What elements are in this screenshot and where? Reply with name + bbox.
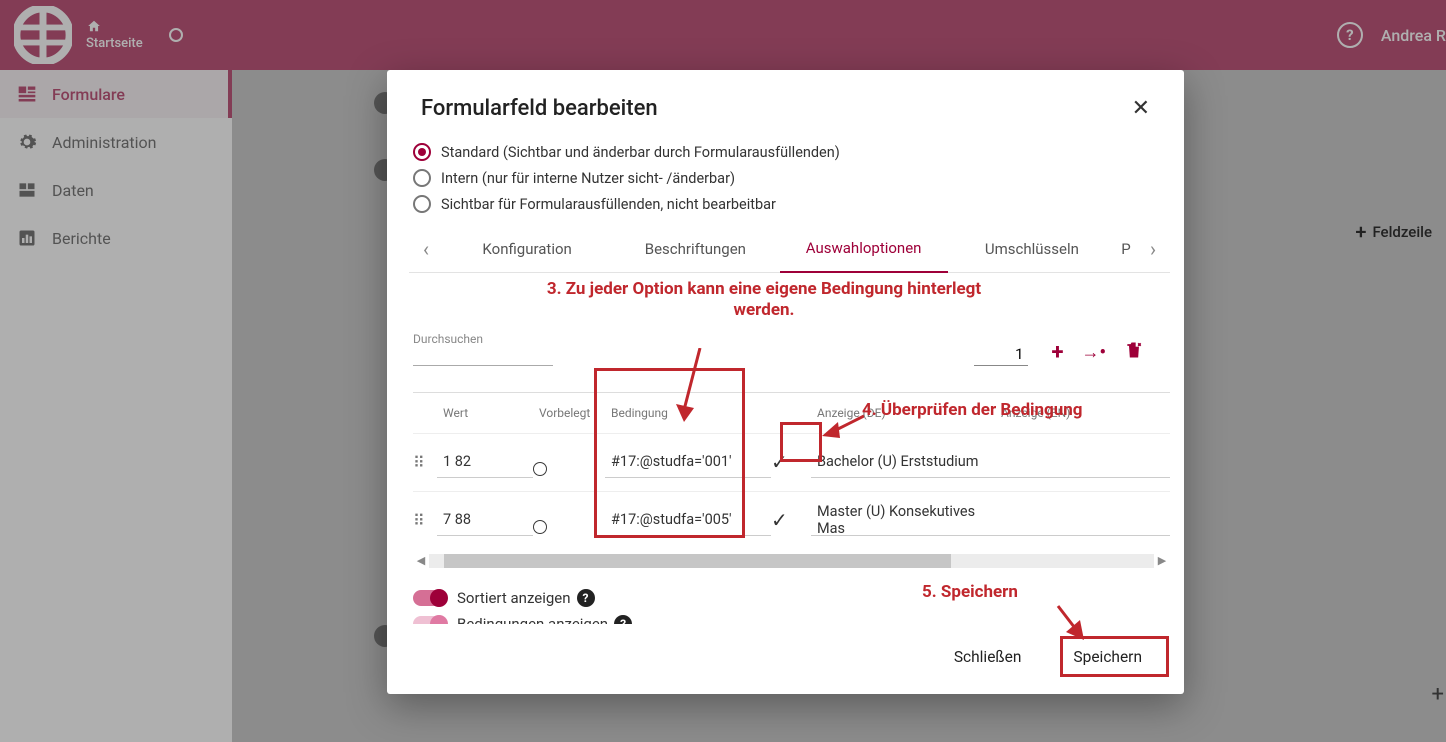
cell-anzeige-en[interactable] [995, 504, 1170, 536]
radio-label: Standard (Sichtbar und änderbar durch Fo… [441, 144, 840, 161]
toggle-label: Bedingungen anzeigen [457, 615, 608, 625]
cell-anzeige-de[interactable]: Bachelor (U) Erststudium [811, 446, 995, 478]
switch-icon [413, 616, 447, 625]
drag-handle-icon[interactable]: ⠿ [413, 453, 437, 472]
radio-icon [413, 195, 431, 213]
import-icon[interactable]: →• [1082, 342, 1106, 363]
close-button[interactable]: Schließen [942, 640, 1034, 674]
table-row: ⠿ 1 82 #17:@studfa='001' ✓ Bachelor (U) … [413, 433, 1170, 491]
toggle-conditions[interactable]: Bedingungen anzeigen ? [409, 607, 1184, 625]
col-vorbelegt: Vorbelegt [533, 406, 605, 420]
radio-standard[interactable]: Standard (Sichtbar und änderbar durch Fo… [413, 139, 1172, 165]
tab-scroll-left[interactable]: ‹ [409, 237, 443, 261]
add-feldzeile-button[interactable]: + Feldzeile [1345, 214, 1442, 250]
delete-all-icon[interactable] [1124, 340, 1144, 366]
save-button[interactable]: Speichern [1061, 640, 1154, 674]
col-anzeige-de: Anzeige (DE) [811, 406, 995, 420]
search-label: Durchsuchen [413, 332, 553, 346]
col-wert: Wert [437, 406, 533, 420]
toggle-label: Sortiert anzeigen [457, 589, 571, 607]
cell-wert[interactable]: 1 82 [437, 446, 533, 478]
help-icon[interactable]: ? [577, 589, 595, 607]
options-table: Wert Vorbelegt Bedingung Anzeige (DE) An… [413, 392, 1170, 549]
plus-icon: + [1355, 220, 1366, 244]
visibility-radio-group: Standard (Sichtbar und änderbar durch Fo… [409, 135, 1184, 225]
tab-scroll-right[interactable]: › [1136, 237, 1170, 261]
toggle-sorted[interactable]: Sortiert anzeigen ? [409, 581, 1184, 607]
annotation-3: 3. Zu jeder Option kann eine eigene Bedi… [547, 279, 981, 320]
tab-konfiguration[interactable]: Konfiguration [443, 226, 611, 272]
modal-footer: Schließen Speichern [387, 624, 1184, 694]
edit-field-modal: Formularfeld bearbeiten ✕ Standard (Sich… [387, 70, 1184, 694]
cell-wert[interactable]: 7 88 [437, 504, 533, 536]
feldzeile-label: Feldzeile [1372, 223, 1432, 241]
validate-condition-icon[interactable]: ✓ [771, 450, 811, 474]
col-anzeige-en: Anzeige (EN) [995, 406, 1170, 420]
tab-umschluesseln[interactable]: Umschlüsseln [948, 226, 1116, 272]
cell-anzeige-en[interactable] [995, 446, 1170, 478]
tab-bar: ‹ Konfiguration Beschriftungen Auswahlop… [409, 225, 1170, 273]
add-button[interactable]: + [1432, 682, 1444, 707]
close-icon[interactable]: ✕ [1132, 96, 1150, 121]
horizontal-scrollbar[interactable]: ◀ ▶ [413, 553, 1170, 569]
switch-icon [413, 590, 447, 606]
drag-handle-icon[interactable]: ⠿ [413, 511, 437, 530]
cell-anzeige-de[interactable]: Master (U) Konsekutives Mas [811, 504, 995, 536]
radio-icon [413, 169, 431, 187]
table-header: Wert Vorbelegt Bedingung Anzeige (DE) An… [413, 393, 1170, 433]
options-toolbar: Durchsuchen + →• [409, 318, 1184, 370]
radio-visible-readonly[interactable]: Sichtbar für Formularausfüllenden, nicht… [413, 191, 1172, 217]
validate-condition-icon[interactable]: ✓ [771, 508, 811, 532]
search-input[interactable] [413, 346, 553, 366]
radio-label: Intern (nur für interne Nutzer sicht- /ä… [441, 170, 735, 187]
tab-more[interactable]: P [1116, 226, 1136, 272]
radio-intern[interactable]: Intern (nur für interne Nutzer sicht- /ä… [413, 165, 1172, 191]
cell-bedingung[interactable]: #17:@studfa='005' [605, 504, 771, 536]
cell-bedingung[interactable]: #17:@studfa='001' [605, 446, 771, 478]
page-input[interactable] [974, 343, 1028, 366]
table-row: ⠿ 7 88 #17:@studfa='005' ✓ Master (U) Ko… [413, 491, 1170, 549]
tab-beschriftungen[interactable]: Beschriftungen [611, 226, 779, 272]
radio-icon [413, 143, 431, 161]
tab-auswahloptionen[interactable]: Auswahloptionen [780, 225, 948, 273]
modal-title: Formularfeld bearbeiten [421, 96, 658, 121]
radio-label: Sichtbar für Formularausfüllenden, nicht… [441, 196, 776, 213]
help-icon[interactable]: ? [614, 615, 632, 625]
add-option-icon[interactable]: + [1052, 340, 1064, 365]
col-bedingung: Bedingung [605, 406, 771, 420]
